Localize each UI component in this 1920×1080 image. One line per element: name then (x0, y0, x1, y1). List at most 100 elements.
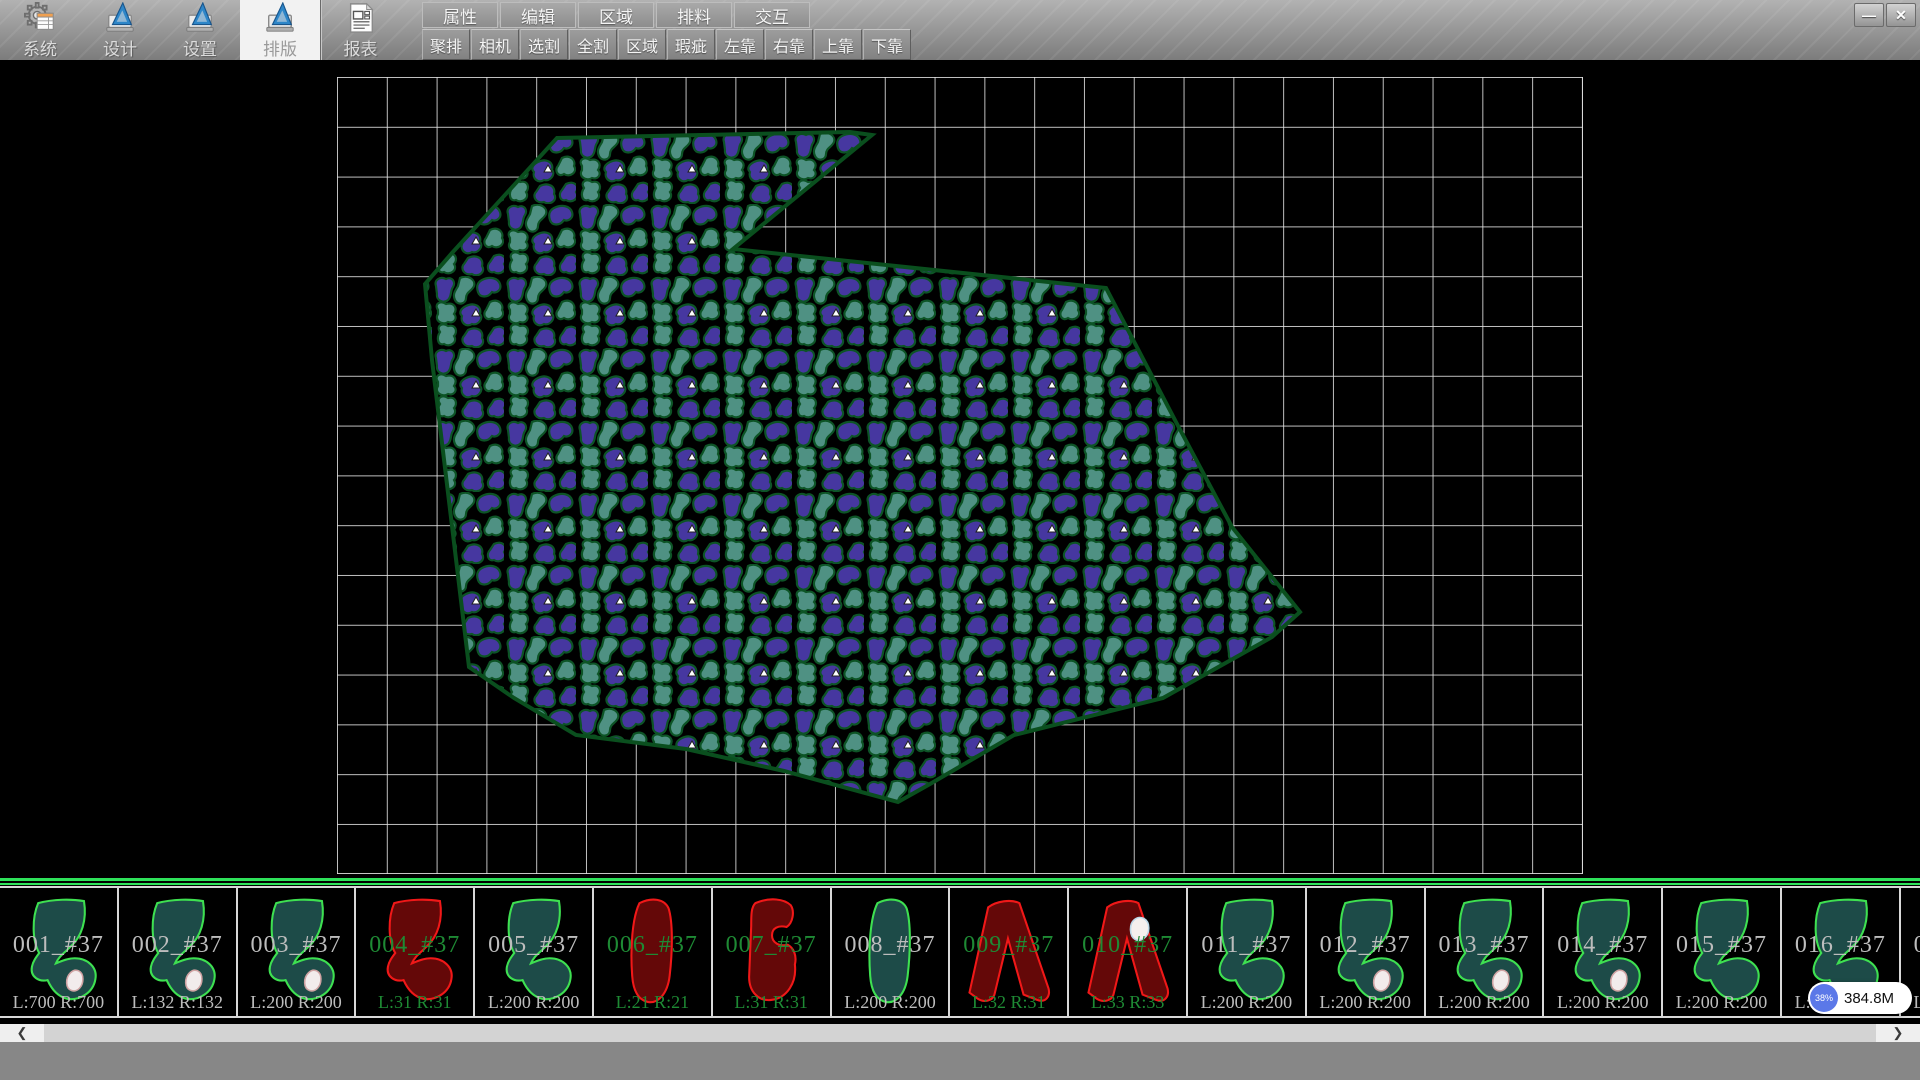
piece-id-label: 002_#37 (119, 932, 236, 959)
leather-hide[interactable] (0, 60, 1920, 878)
piece-lr-count: L:31 R:31 (356, 992, 473, 1013)
scroll-left-button[interactable]: ❮ (0, 1024, 44, 1042)
memory-usage-label: 384.8M (1844, 990, 1894, 1007)
thumbnail-cell[interactable]: 010_#37 L:33 R:33 (1069, 888, 1188, 1016)
nav-tab-report[interactable]: 报表 (320, 0, 400, 60)
thumbnail-cell[interactable]: 002_#37 L:132 R:132 (119, 888, 238, 1016)
piece-id-label: 017_#37 (1901, 932, 1920, 959)
nav-tab-settings[interactable]: 设置 (160, 0, 240, 60)
tool-bar: 聚排 相机 选割 全割 区域 瑕疵 (422, 29, 911, 60)
piece-lr-count: L:31 R:31 (713, 992, 830, 1013)
progress-percent-badge: 38% (1810, 984, 1838, 1012)
menu-item-label: 交互 (755, 3, 789, 28)
close-button[interactable]: ✕ (1886, 3, 1916, 27)
piece-id-label: 016_#37 (1782, 932, 1899, 959)
window-controls: — ✕ (1854, 3, 1916, 27)
module-tab-label: 系统 (23, 35, 57, 60)
module-tab-label: 设计 (103, 35, 137, 60)
piece-id-label: 005_#37 (475, 932, 592, 959)
tool-cut-selected[interactable]: 选割 (520, 29, 568, 60)
menu-item-interactive[interactable]: 交互 (734, 2, 810, 28)
thumbnail-cell[interactable]: 005_#37 L:200 R:200 (475, 888, 594, 1016)
menu-item-edit[interactable]: 编辑 (500, 2, 576, 28)
report-icon (344, 2, 378, 34)
tool-camera[interactable]: 相机 (471, 29, 519, 60)
tool-button-label: 选割 (528, 33, 560, 57)
piece-lr-count: L:200 R:200 (238, 992, 355, 1013)
piece-lr-count: L:32 R:31 (950, 992, 1067, 1013)
piece-lr-count: L:200 R:200 (475, 992, 592, 1013)
piece-lr-count: L:200 R:200 (832, 992, 949, 1013)
ruler-laptop-icon (263, 2, 297, 34)
top-toolbar: 系统 设计 设置 排版 报表 (0, 0, 1920, 60)
tool-region[interactable]: 区域 (618, 29, 666, 60)
nav-tab-layout[interactable]: 排版 (240, 0, 320, 60)
thumbnail-cell[interactable]: 008_#37 L:200 R:200 (832, 888, 951, 1016)
nesting-canvas[interactable] (0, 60, 1920, 878)
thumbnail-cell[interactable]: 012_#37 L:200 R:200 (1307, 888, 1426, 1016)
thumbnail-cell[interactable]: 003_#37 L:200 R:200 (238, 888, 357, 1016)
window-footer (0, 1042, 1920, 1080)
thumbnail-cell[interactable]: 014_#37 L:200 R:200 (1544, 888, 1663, 1016)
tool-snap-bottom[interactable]: 下靠 (863, 29, 911, 60)
piece-lr-count: L:21 R:21 (594, 992, 711, 1013)
thumbnail-cell[interactable]: 009_#37 L:32 R:31 (950, 888, 1069, 1016)
tool-button-label: 相机 (479, 33, 511, 57)
tool-defect[interactable]: 瑕疵 (667, 29, 715, 60)
menu-item-region[interactable]: 区域 (578, 2, 654, 28)
tool-button-label: 下靠 (871, 33, 903, 57)
module-tab-bar: 系统 设计 设置 排版 报表 (0, 0, 400, 60)
scrollbar-thumb[interactable] (44, 1024, 1876, 1042)
menu-item-label: 编辑 (521, 3, 555, 28)
horizontal-scrollbar[interactable]: ❮ ❯ (0, 1024, 1920, 1042)
tool-snap-left[interactable]: 左靠 (716, 29, 764, 60)
tool-snap-top[interactable]: 上靠 (814, 29, 862, 60)
piece-lr-count: L:200 R:200 (1544, 992, 1661, 1013)
menu-item-label: 排料 (677, 3, 711, 28)
tool-snap-right[interactable]: 右靠 (765, 29, 813, 60)
piece-id-label: 015_#37 (1663, 932, 1780, 959)
tool-button-label: 全割 (577, 33, 609, 57)
piece-id-label: 003_#37 (238, 932, 355, 959)
menu-item-properties[interactable]: 属性 (422, 2, 498, 28)
piece-thumbnail-strip: 001_#37 L:700 R:700 002_#37 L:132 R:132 … (0, 886, 1920, 1018)
strip-separator (0, 878, 1920, 886)
tool-cut-all[interactable]: 全割 (569, 29, 617, 60)
thumbnail-cell[interactable]: 015_#37 L:200 R:200 (1663, 888, 1782, 1016)
piece-id-label: 010_#37 (1069, 932, 1186, 959)
ruler-laptop-icon (183, 2, 217, 34)
menu-item-label: 属性 (443, 3, 477, 28)
module-tab-label: 报表 (344, 35, 378, 60)
module-tab-label: 设置 (183, 35, 217, 60)
piece-id-label: 007_#37 (713, 932, 830, 959)
thumbnail-cell[interactable]: 007_#37 L:31 R:31 (713, 888, 832, 1016)
tool-button-label: 聚排 (430, 33, 462, 57)
piece-lr-count: L:200 R:200 (1426, 992, 1543, 1013)
nav-tab-design[interactable]: 设计 (80, 0, 160, 60)
piece-id-label: 006_#37 (594, 932, 711, 959)
piece-lr-count: L:200 R:200 (1188, 992, 1305, 1013)
minimize-button[interactable]: — (1854, 3, 1884, 27)
gear-icon (23, 2, 57, 34)
thumbnail-cell[interactable]: 004_#37 L:31 R:31 (356, 888, 475, 1016)
piece-lr-count: L:200 R:200 (1307, 992, 1424, 1013)
menu-item-nesting[interactable]: 排料 (656, 2, 732, 28)
tool-button-label: 瑕疵 (675, 33, 707, 57)
menu-item-label: 区域 (599, 3, 633, 28)
nav-tab-system[interactable]: 系统 (0, 0, 80, 60)
thumbnail-cell[interactable]: 011_#37 L:200 R:200 (1188, 888, 1307, 1016)
piece-id-label: 004_#37 (356, 932, 473, 959)
tool-button-label: 上靠 (822, 33, 854, 57)
tool-button-label: 左靠 (724, 33, 756, 57)
piece-id-label: 001_#37 (0, 932, 117, 959)
piece-lr-count: L:132 R:132 (119, 992, 236, 1013)
piece-id-label: 008_#37 (832, 932, 949, 959)
thumbnail-cell[interactable]: 006_#37 L:21 R:21 (594, 888, 713, 1016)
thumbnail-cell[interactable]: 001_#37 L:700 R:700 (0, 888, 119, 1016)
status-badge: 38% 384.8M (1808, 982, 1912, 1014)
application-window: 系统 设计 设置 排版 报表 (0, 0, 1920, 1080)
piece-lr-count: L:200 R:200 (1663, 992, 1780, 1013)
scroll-right-button[interactable]: ❯ (1876, 1024, 1920, 1042)
tool-cluster-nest[interactable]: 聚排 (422, 29, 470, 60)
thumbnail-cell[interactable]: 013_#37 L:200 R:200 (1426, 888, 1545, 1016)
